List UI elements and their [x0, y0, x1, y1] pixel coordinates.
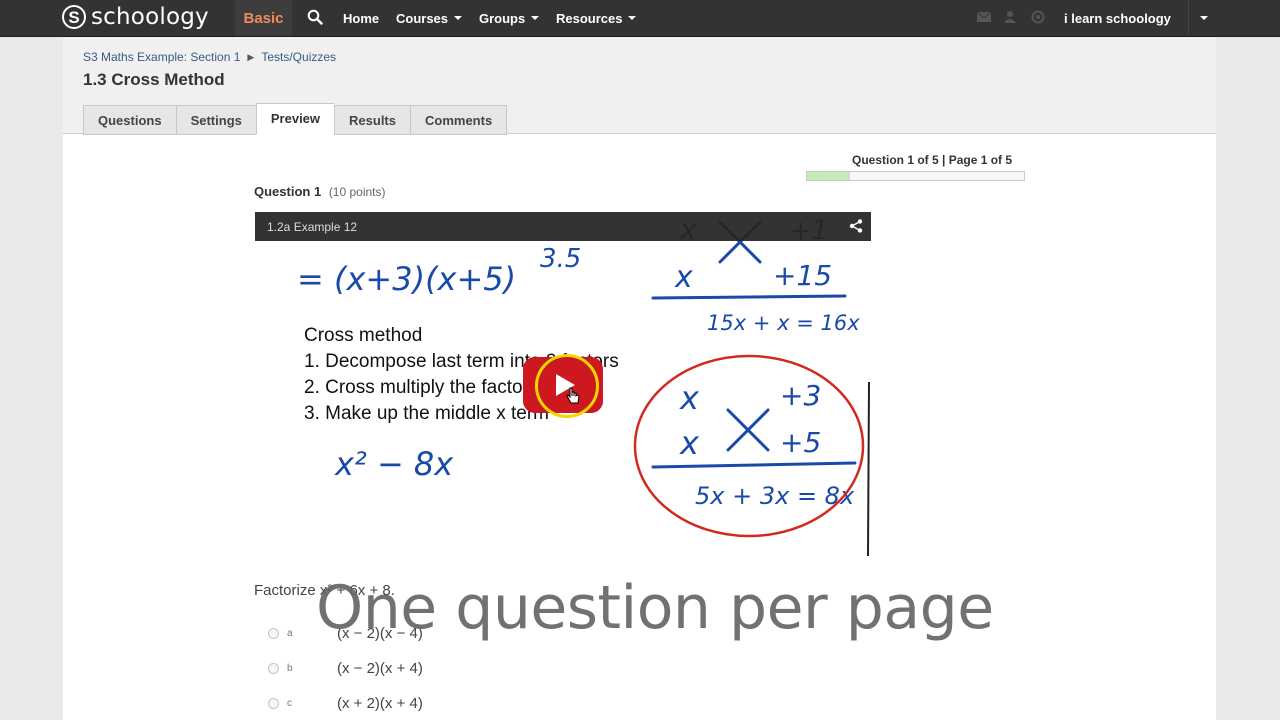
nav-courses[interactable]: Courses [396, 0, 463, 36]
breadcrumb-section-link[interactable]: Tests/Quizzes [261, 50, 336, 64]
answer-c-radio[interactable] [268, 697, 279, 709]
chevron-down-icon [1200, 16, 1208, 20]
requests-icon[interactable] [1002, 10, 1018, 24]
question-points: (10 points) [328, 185, 386, 199]
answer-a-letter: a [287, 627, 293, 639]
play-button[interactable] [523, 357, 603, 413]
tab-bar: Questions Settings Preview Results Comme… [83, 103, 508, 135]
nav-groups-label: Groups [479, 10, 526, 26]
nav-resources[interactable]: Resources [556, 0, 637, 36]
answer-b-radio[interactable] [268, 662, 279, 674]
question-header: Question 1 (10 points) [254, 184, 386, 199]
search-button[interactable] [302, 4, 328, 30]
search-icon [307, 9, 323, 25]
chevron-down-icon [454, 16, 463, 20]
handwritten-quadratic: x² − 8x [334, 445, 454, 483]
video-title-bar: 1.2a Example 12 [255, 212, 871, 241]
answer-a-radio[interactable] [268, 627, 279, 639]
tab-results-label: Results [349, 112, 396, 128]
progress-bar-fill [807, 172, 851, 180]
handwritten-circle-plus3: +3 [780, 379, 821, 412]
question-title: Question 1 [254, 184, 322, 199]
handwritten-circle-x2: x [679, 424, 700, 462]
notifications-icon[interactable] [1030, 10, 1046, 24]
slide-edge-line [867, 381, 870, 557]
top-navigation-bar: S schoology Basic Home Courses Groups Re… [0, 0, 1280, 37]
progress-label: Question 1 of 5 | Page 1 of 5 [852, 153, 1013, 167]
slide-heading: Cross method [304, 325, 423, 346]
handwritten-circle-sum: 5x + 3x = 8x [695, 482, 855, 510]
nav-courses-label: Courses [396, 10, 449, 26]
breadcrumb-separator-icon: ▶ [247, 51, 255, 62]
answer-option-c[interactable]: c (x + 2)(x + 4) [268, 693, 423, 713]
answer-c-letter: c [287, 697, 292, 709]
hand-cursor-icon [566, 387, 580, 404]
nav-home-label: Home [343, 10, 380, 26]
handwritten-circle-x1: x [679, 379, 700, 417]
logo-text: schoology [91, 4, 209, 30]
breadcrumb-course-link[interactable]: S3 Maths Example: Section 1 [83, 50, 240, 64]
answer-option-b[interactable]: b (x − 2)(x + 4) [268, 658, 423, 678]
tab-preview[interactable]: Preview [255, 103, 335, 135]
handwritten-cross-bottom-plus15: +15 [773, 259, 832, 292]
embedded-video-player[interactable]: = (x+3)(x+5) 3.5 x +1 x +15 15x + x = 16… [255, 212, 871, 558]
overlay-caption: One question per page [316, 573, 994, 643]
user-menu-name[interactable]: i learn schoology [1064, 0, 1171, 36]
handwritten-factored-equation: = (x+3)(x+5) [297, 260, 516, 298]
handwritten-middle-term-sum: 15x + x = 16x [707, 311, 860, 335]
nav-home[interactable]: Home [343, 0, 379, 36]
schoology-logo[interactable]: S schoology [62, 3, 209, 31]
progress-bar [806, 171, 1025, 181]
fraction-line [651, 294, 847, 300]
tab-results[interactable]: Results [334, 105, 410, 135]
handwritten-number: 3.5 [540, 244, 581, 274]
nav-groups[interactable]: Groups [479, 0, 540, 36]
nav-resources-label: Resources [556, 10, 623, 26]
video-title[interactable]: 1.2a Example 12 [267, 220, 357, 234]
handwritten-cross-bottom-x: x [674, 260, 693, 295]
tab-comments-label: Comments [425, 112, 493, 128]
logo-circle-icon: S [62, 5, 86, 29]
share-icon[interactable] [849, 219, 863, 233]
plan-badge[interactable]: Basic [235, 0, 292, 36]
tab-settings[interactable]: Settings [175, 105, 256, 135]
chevron-down-icon [628, 16, 637, 20]
handwritten-circle-plus5: +5 [780, 426, 821, 459]
page-title: 1.3 Cross Method [83, 70, 225, 89]
tab-questions-label: Questions [98, 112, 162, 128]
fraction-line [651, 461, 857, 469]
tab-settings-label: Settings [190, 112, 242, 128]
answer-b-letter: b [287, 662, 293, 674]
chevron-down-icon [531, 16, 540, 20]
page-header: S3 Maths Example: Section 1 ▶ Tests/Quiz… [63, 37, 1216, 135]
user-menu-toggle[interactable] [1188, 0, 1219, 36]
tab-preview-label: Preview [270, 111, 321, 126]
answer-b-text: (x − 2)(x + 4) [337, 659, 423, 677]
answer-c-text: (x + 2)(x + 4) [337, 694, 423, 712]
breadcrumb: S3 Maths Example: Section 1 ▶ Tests/Quiz… [83, 50, 336, 64]
messages-icon[interactable] [976, 10, 992, 24]
tab-questions[interactable]: Questions [83, 105, 176, 135]
tab-comments[interactable]: Comments [410, 105, 508, 135]
